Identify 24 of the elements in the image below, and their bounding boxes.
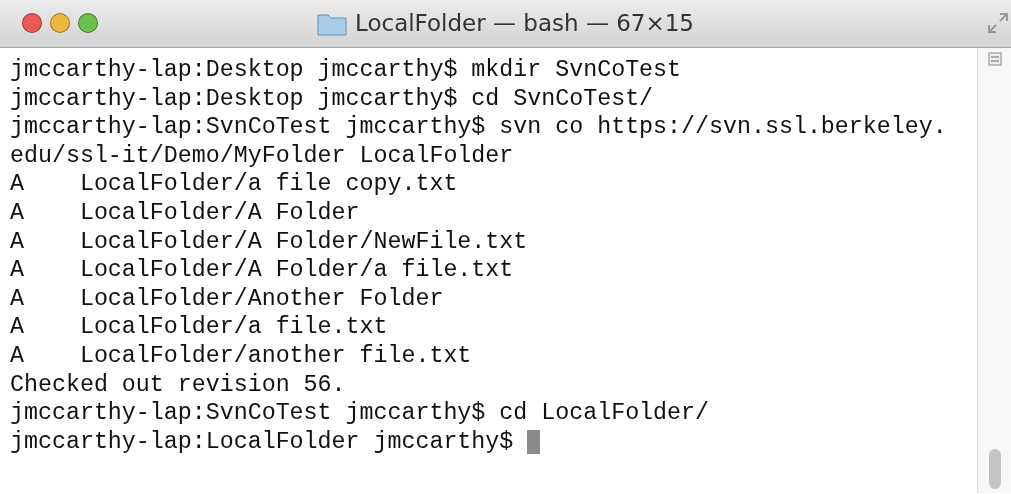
terminal-line: Checked out revision 56. — [10, 370, 346, 400]
window-title: LocalFolder — bash — 67×15 — [355, 9, 694, 39]
zoom-button[interactable] — [78, 13, 98, 33]
terminal-line: jmccarthy-lap:Desktop jmccarthy$ mkdir SvnCoTest — [10, 56, 682, 85]
folder-icon — [317, 11, 347, 36]
terminal-line: A LocalFolder/another file.txt — [10, 341, 472, 371]
terminal-line: jmccarthy-lap:Desktop jmccarthy$ cd SvnCoTest/ — [10, 84, 654, 114]
terminal-line: A LocalFolder/A Folder/NewFile.txt — [10, 227, 528, 257]
terminal-line: jmccarthy-lap:SvnCoTest jmccarthy$ svn co https://svn.ssl.berkeley. — [10, 113, 947, 142]
text-cursor — [527, 430, 541, 454]
scrollbar-thumb[interactable] — [988, 449, 1001, 489]
terminal-line: edu/ssl-it/Demo/MyFolder LocalFolder — [10, 141, 514, 171]
scrollbar[interactable] — [977, 48, 1011, 493]
terminal-line: A LocalFolder/a file.txt — [10, 313, 388, 342]
terminal-line: A LocalFolder/A Folder/a file.txt — [10, 256, 514, 285]
terminal-line: A LocalFolder/A Folder — [10, 198, 360, 228]
fullscreen-icon[interactable] — [987, 12, 1009, 34]
terminal-line: jmccarthy-lap:LocalFolder jmccarthy$ — [10, 427, 515, 457]
terminal-line: jmccarthy-lap:SvnCoTest jmccarthy$ cd LocalFolder/ — [10, 399, 710, 428]
split-pane-icon[interactable] — [987, 52, 1002, 66]
close-button[interactable] — [22, 13, 42, 33]
terminal-line: A LocalFolder/Another Folder — [10, 284, 444, 314]
terminal-line: A LocalFolder/a file copy.txt — [10, 170, 458, 199]
minimize-button[interactable] — [50, 13, 70, 33]
